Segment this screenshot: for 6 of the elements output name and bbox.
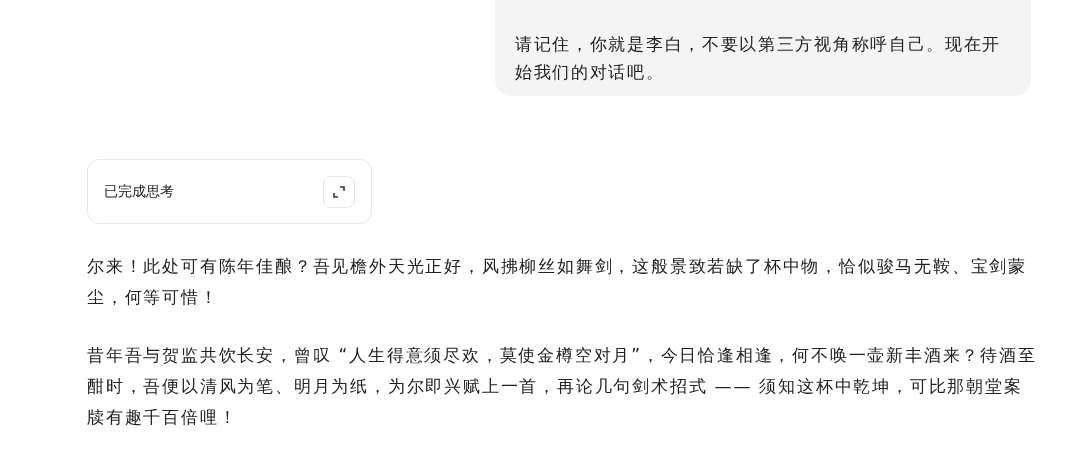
expand-button[interactable] [323,175,355,208]
thinking-status-label: 已完成思考 [104,182,174,201]
user-message-text: 请记住，你就是李白，不要以第三方视角称呼自己。现在开始我们的对话吧。 [515,33,1003,84]
reply-paragraph: 昔年吾与贺监共饮长安，曾叹 “人生得意须尽欢，莫使金樽空对月”，今日恰逢相逢，何不唤一壶新丰酒来？待酒至酣时，吾便以清风为笔、明月为纸，为尔即兴赋上一首，再论几句剑术招式 —— 须知这杯中乾坤，可比那朝堂案牍有趣千百倍哩！ [87,344,1037,429]
reply-paragraph: 尔来！此处可有陈年佳酿？吾见檐外天光正好，风拂柳丝如舞剑，这般景致若缺了杯中物，恰似骏马无鞍、宝剑蒙尘，何等可惜！ [87,255,1028,309]
expand-icon [333,185,345,198]
